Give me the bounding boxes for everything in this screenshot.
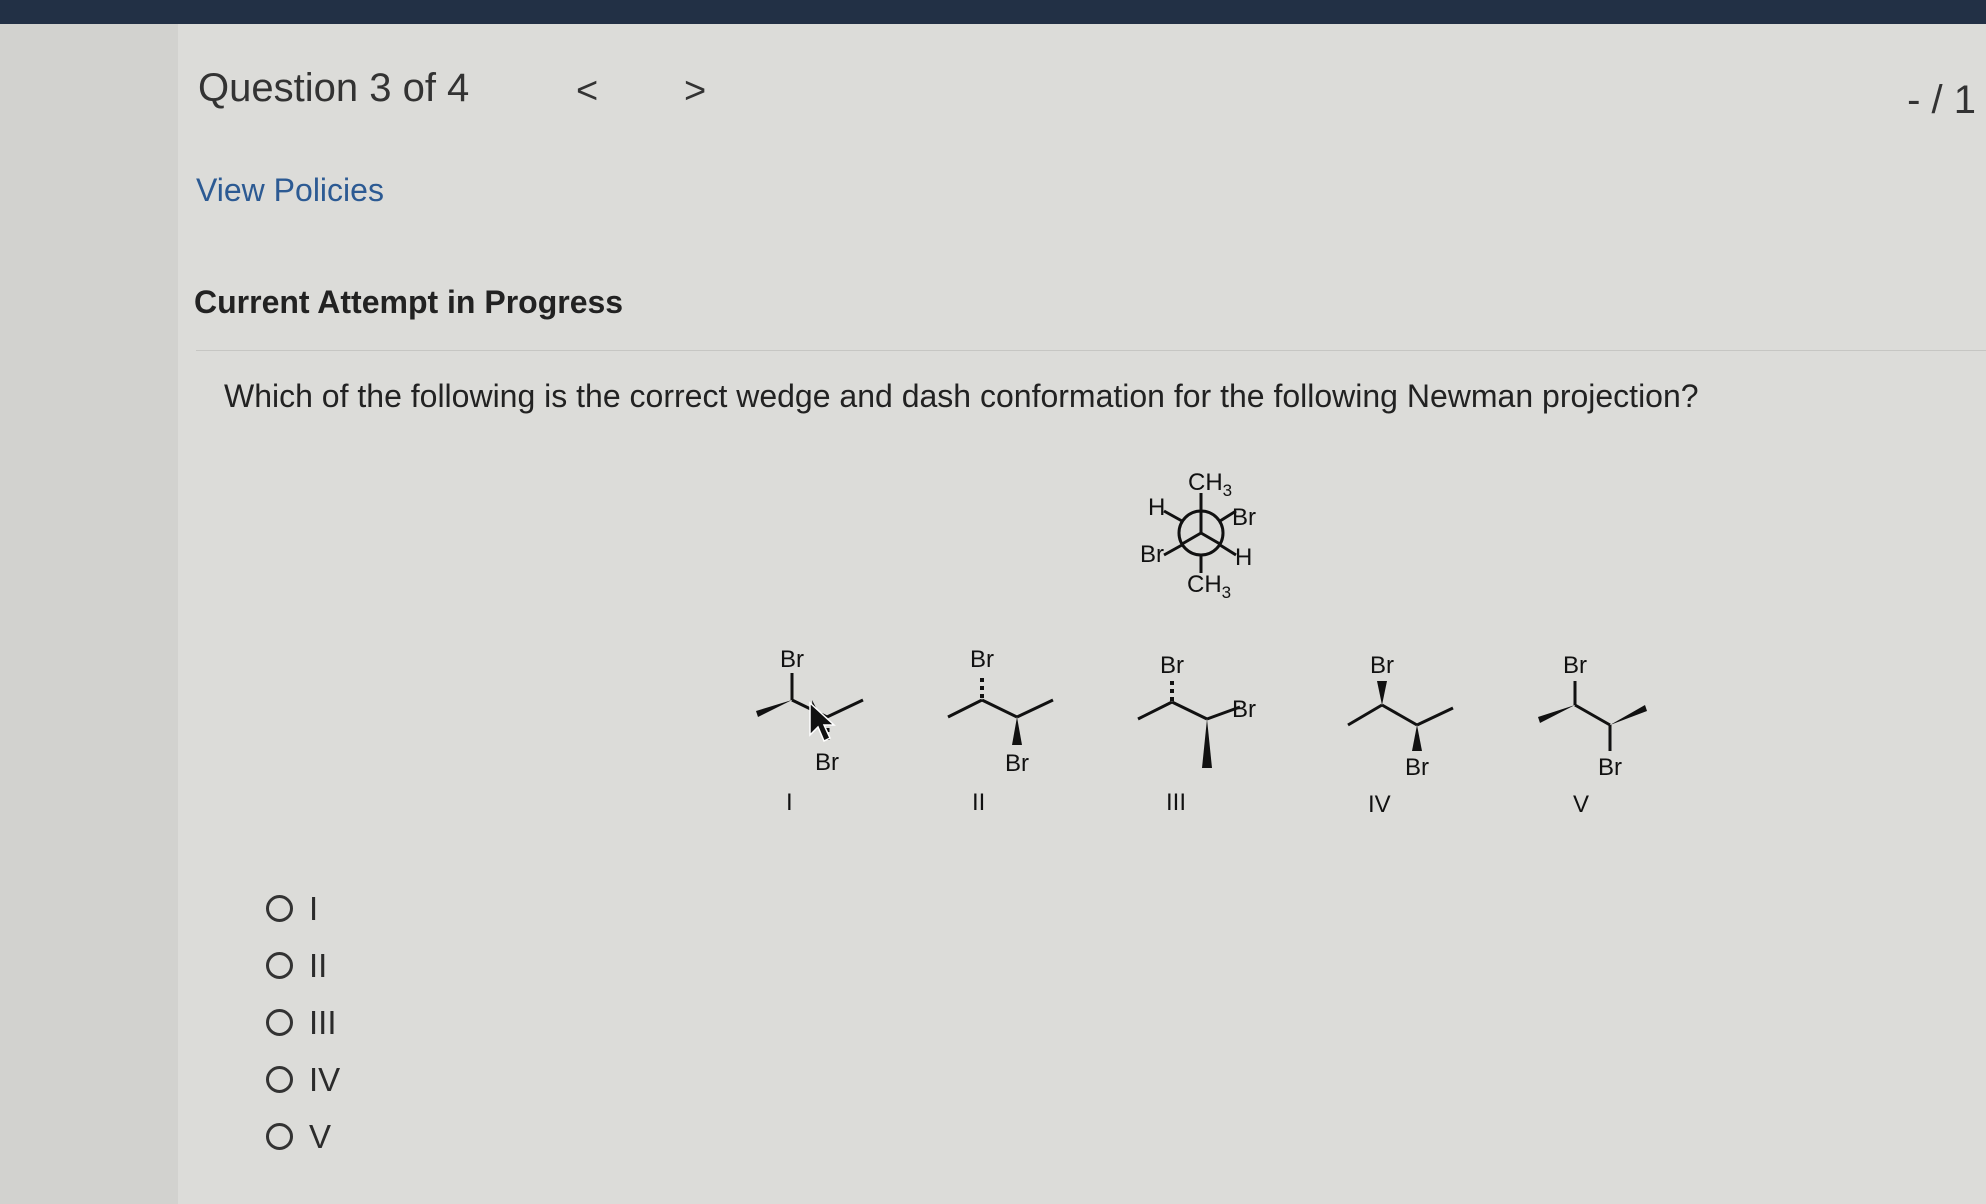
structure-2: Br Br II <box>947 646 1054 816</box>
structure-5-top-br: Br <box>1563 652 1587 679</box>
structure-5-numeral: V <box>1573 791 1589 818</box>
newman-lower-right-label: H <box>1235 544 1252 571</box>
structure-4-top-br: Br <box>1370 652 1394 679</box>
attempt-status: Current Attempt in Progress <box>194 284 624 320</box>
option-label: III <box>309 1003 337 1041</box>
structure-5: Br Br V <box>1538 652 1647 818</box>
next-question-button[interactable]: > <box>684 72 706 110</box>
score-display: - / 1 <box>1907 78 1976 122</box>
option-label: I <box>309 889 319 927</box>
question-counter: Question 3 of 4 <box>198 66 470 110</box>
option-label: IV <box>309 1060 341 1098</box>
left-margin <box>0 24 178 1204</box>
mouse-cursor-icon <box>809 701 836 743</box>
option-i[interactable]: I <box>266 880 340 937</box>
newman-upper-left-label: H <box>1148 494 1165 521</box>
radio-button[interactable] <box>266 952 293 979</box>
radio-button[interactable] <box>266 1009 293 1036</box>
structure-3: Br Br III <box>1137 652 1256 816</box>
structure-5-bottom-br: Br <box>1598 754 1622 781</box>
answer-options: I II III IV V <box>266 880 340 1165</box>
previous-question-button[interactable]: < <box>576 72 598 110</box>
structure-1-numeral: I <box>786 789 793 816</box>
newman-bottom-label: CH3 <box>1187 571 1231 602</box>
structure-1-bottom-br: Br <box>815 749 839 776</box>
question-figure: CH3 H Br Br H CH3 Br Br I Br Br II Br Br… <box>756 469 1647 818</box>
structure-4-bottom-br: Br <box>1405 754 1429 781</box>
radio-button[interactable] <box>266 1123 293 1150</box>
radio-button[interactable] <box>266 1066 293 1093</box>
option-iv[interactable]: IV <box>266 1051 340 1108</box>
structure-3-numeral: III <box>1166 789 1186 816</box>
structure-3-top-br: Br <box>1160 652 1184 679</box>
structure-1-top-br: Br <box>780 646 804 673</box>
newman-upper-right-label: Br <box>1232 504 1256 531</box>
chevron-left-icon: < <box>576 70 599 112</box>
question-text: Which of the following is the correct we… <box>224 378 1699 414</box>
structure-4: Br Br IV <box>1347 652 1454 818</box>
top-bar <box>0 0 1986 24</box>
structure-4-numeral: IV <box>1368 791 1391 818</box>
structure-2-top-br: Br <box>970 646 994 673</box>
option-label: V <box>309 1117 332 1155</box>
option-ii[interactable]: II <box>266 937 340 994</box>
newman-lower-left-label: Br <box>1140 541 1164 568</box>
newman-top-label: CH3 <box>1188 469 1232 500</box>
option-label: II <box>309 946 328 984</box>
section-divider <box>196 350 1986 351</box>
radio-button[interactable] <box>266 895 293 922</box>
structure-2-bottom-br: Br <box>1005 750 1029 777</box>
option-v[interactable]: V <box>266 1108 340 1165</box>
option-iii[interactable]: III <box>266 994 340 1051</box>
structure-3-side-br: Br <box>1232 696 1256 723</box>
chevron-right-icon: > <box>684 70 707 112</box>
newman-projection: CH3 H Br Br H CH3 <box>1140 469 1256 602</box>
structure-2-numeral: II <box>972 789 985 816</box>
view-policies-link[interactable]: View Policies <box>196 172 384 209</box>
